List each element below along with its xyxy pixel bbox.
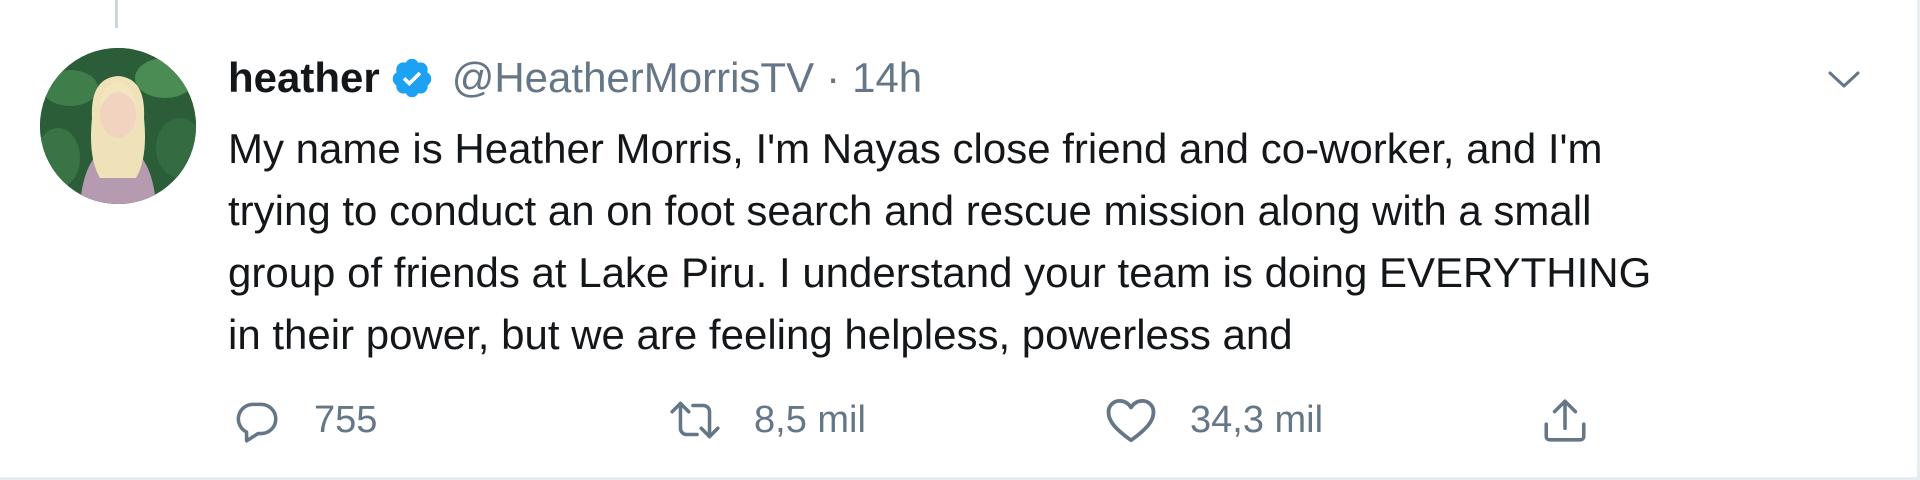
retweet-count: 8,5 mil [754, 398, 866, 441]
avatar[interactable] [40, 48, 196, 204]
tweet-text-line: trying to conduct an on foot search and … [228, 187, 1592, 234]
verified-badge-icon [390, 56, 434, 100]
share-button[interactable] [1540, 390, 1590, 450]
heart-icon [1106, 398, 1156, 443]
chevron-down-icon [1828, 71, 1860, 88]
reply-button[interactable]: 755 [232, 390, 377, 450]
like-button[interactable]: 34,3 mil [1104, 390, 1323, 450]
retweet-button[interactable]: 8,5 mil [668, 390, 866, 450]
tweet-actions: 755 8,5 mil 34,3 mil [228, 390, 1628, 450]
author-name[interactable]: heather [228, 54, 380, 102]
separator-dot: · [826, 54, 841, 101]
tweet-text-line: in their power, but we are feeling helpl… [228, 311, 1293, 358]
tweet-text-line: group of friends at Lake Piru. I underst… [228, 249, 1652, 296]
tweet-menu-button[interactable] [1822, 58, 1866, 102]
tweet-header: heather @HeatherMorrisTV · 14h [228, 50, 922, 106]
thread-line [115, 0, 118, 28]
author-handle[interactable]: @HeatherMorrisTV [452, 54, 814, 102]
tweet-text: My name is Heather Morris, I'm Nayas clo… [228, 118, 1848, 366]
tweet-text-line: My name is Heather Morris, I'm Nayas clo… [228, 125, 1603, 172]
tweet-card[interactable]: heather @HeatherMorrisTV · 14h My name i… [0, 0, 1920, 480]
avatar-image [40, 48, 196, 204]
retweet-icon [670, 401, 720, 439]
reply-icon [236, 402, 278, 443]
like-count: 34,3 mil [1190, 398, 1324, 441]
reply-count: 755 [314, 398, 378, 441]
share-icon [1544, 399, 1586, 442]
timestamp[interactable]: 14h [852, 54, 922, 102]
